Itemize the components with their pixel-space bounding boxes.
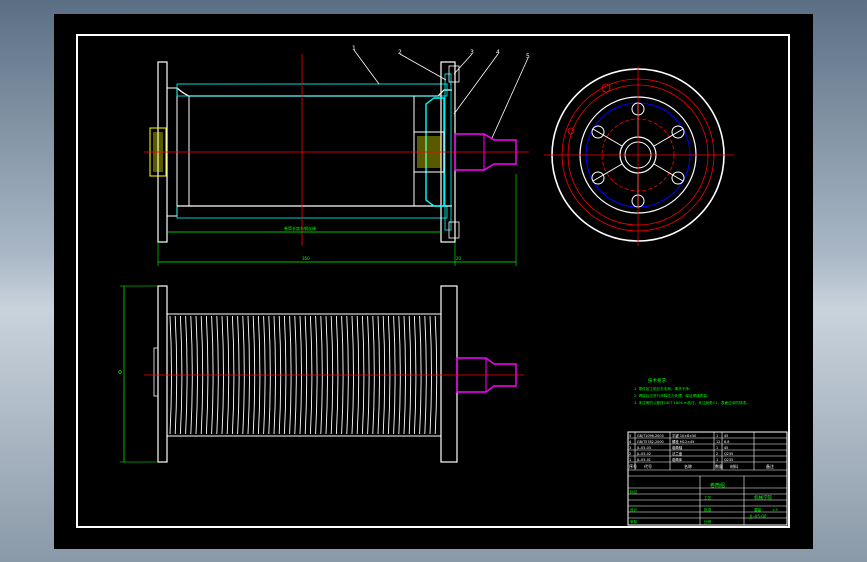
balloon-labels: 1 2 3 4 5 [352, 45, 530, 60]
bom-header: 序号 代号 名称 数量 材料 备注 [629, 463, 774, 469]
bom-cell: 4 [629, 440, 631, 444]
dim-overall-length: 350 [302, 256, 310, 261]
balloon-4: 4 [496, 49, 500, 56]
bom-cell: 45 [724, 434, 728, 438]
technical-notes: 技术要求 1. 零件加工前应去毛刺，清洗干净。 2. 焊接后应进行消除应力处理，… [634, 377, 750, 405]
bom-header-cell: 序号 [629, 463, 637, 469]
title-block-label: 标记 [630, 489, 638, 494]
bom-rows: 5 GB/T1096-2003 平键 10×8×50 1 45 4 GB/T5782-200… [629, 433, 733, 462]
balloon-1: 1 [352, 45, 356, 52]
dim-drum-length: 卷筒长度与钢丝绳 [284, 225, 316, 231]
bom-header-cell: 代号 [644, 463, 652, 469]
title-block-label: 设计 [630, 507, 638, 512]
bom-header-cell: 数量 [715, 463, 723, 469]
bom-cell: 5 [629, 434, 631, 438]
bom-cell: Q235 [724, 458, 733, 462]
cad-drawing: 1 2 3 4 5 卷筒长度与钢丝绳 350 20 Φ 技术要求 1. 零件加工… [76, 34, 790, 528]
bom-cell: GB/T1096-2003 [637, 434, 664, 438]
bom-header-cell: 材料 [730, 463, 738, 469]
bom-cell: 螺栓 M12×45 [672, 439, 694, 444]
balloon-3: 3 [470, 49, 474, 56]
bom-cell: 1 [716, 458, 718, 462]
note-line-3: 3. 未注明的公差按GB/T 1804-m执行，未注倒角C1，表面应涂防锈漆。 [634, 400, 750, 405]
bom-header-cell: 名称 [684, 463, 692, 469]
border-frame [76, 34, 790, 528]
bom-cell: 1 [716, 434, 718, 438]
bom-cell: 12 [716, 440, 720, 444]
balloon-5: 5 [526, 53, 530, 60]
bom-cell: JL-05-01 [636, 458, 651, 462]
bom-cell: 平键 10×8×50 [672, 433, 696, 438]
title-block-label: 比例 [704, 519, 712, 524]
title-block-label: 1:5 [772, 508, 778, 512]
bom-cell: 8.8 [724, 440, 729, 444]
bom-cell: JL-05-02 [636, 452, 651, 456]
bom-cell: Q235 [724, 452, 733, 456]
dim-flange-diameter: Φ [118, 370, 122, 376]
balloon-2: 2 [398, 49, 402, 56]
bom-cell: 3 [629, 446, 631, 450]
external-view: Φ [118, 285, 524, 463]
note-line-2: 2. 焊接后应进行消除应力处理，保证焊缝质量。 [634, 393, 710, 398]
notes-heading: 技术要求 [648, 377, 666, 384]
end-view [544, 66, 734, 246]
bom-cell: 卷筒体 [672, 457, 683, 462]
bom-cell: GB/T5782-2000 [637, 440, 664, 444]
title-block-label: 批准 [704, 507, 712, 512]
title-block-label: 重量 [754, 507, 762, 512]
dimension-lines: 卷筒长度与钢丝绳 350 20 [157, 174, 517, 266]
section-view [144, 49, 529, 246]
school-name: 机械学院 [754, 494, 772, 501]
dim-end-offset: 20 [456, 256, 462, 261]
drawing-number: JL-05-00 [749, 514, 767, 519]
bom-cell: 2 [629, 452, 631, 456]
note-line-1: 1. 零件加工前应去毛刺，清洗干净。 [634, 386, 692, 391]
bom-header-cell: 备注 [766, 463, 774, 469]
bom-cell: 1 [716, 446, 718, 450]
title-block-label: 工艺 [704, 495, 712, 500]
drawing-sheet: 1 2 3 4 5 卷筒长度与钢丝绳 350 20 Φ 技术要求 1. 零件加工… [54, 14, 813, 549]
part-name: 卷筒组 [710, 482, 725, 489]
bom-cell: 卷筒轴 [672, 445, 683, 450]
title-block: 5 GB/T1096-2003 平键 10×8×50 1 45 4 GB/T5782-200… [627, 431, 788, 526]
title-block-label: 审核 [630, 519, 638, 524]
bom-cell: 法兰盘 [672, 451, 683, 456]
bom-cell: 2 [716, 452, 718, 456]
bom-cell: JL-05-03 [636, 446, 651, 450]
bom-cell: 45 [724, 446, 728, 450]
bom-cell: 1 [629, 458, 631, 462]
